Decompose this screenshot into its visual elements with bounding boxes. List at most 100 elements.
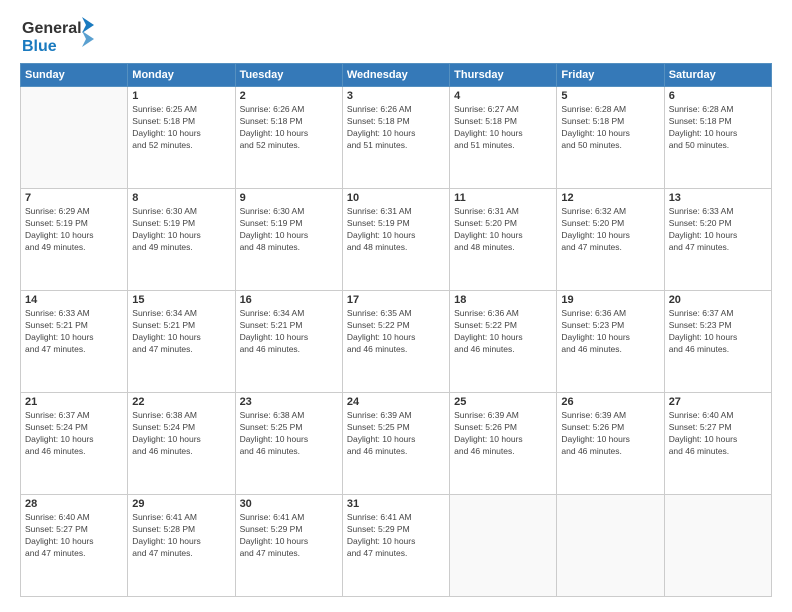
calendar-day-cell: 9Sunrise: 6:30 AM Sunset: 5:19 PM Daylig… — [235, 189, 342, 291]
day-number: 16 — [240, 294, 338, 306]
calendar-day-cell: 20Sunrise: 6:37 AM Sunset: 5:23 PM Dayli… — [664, 291, 771, 393]
calendar-day-cell: 11 Sunrise: 6:31 AM Sunset: 5:20 PM Dayli… — [450, 189, 557, 291]
day-info: Sunrise: 6:31 AM Sunset: 5:20 PM Dayligh… — [454, 206, 552, 254]
day-info: Sunrise: 6:31 AM Sunset: 5:19 PM Dayligh… — [347, 206, 445, 254]
day-number: 13 — [669, 192, 767, 204]
calendar-day-cell: 16 Sunrise: 6:34 AM Sunset: 5:21 PM Dayli… — [235, 291, 342, 393]
day-info: Sunrise: 6:33 AM Sunset: 5:21 PM Dayligh… — [25, 308, 123, 356]
calendar-day-cell: 19Sunrise: 6:36 AM Sunset: 5:23 PM Dayli… — [557, 291, 664, 393]
day-info: Sunrise: 6:32 AM Sunset: 5:20 PM Dayligh… — [561, 206, 659, 254]
day-number: 3 — [347, 90, 445, 102]
calendar-day-cell: 2 Sunrise: 6:26 AM Sunset: 5:18 PM Daylig… — [235, 87, 342, 189]
page: GeneralBlue SundayMondayTuesdayWednesday… — [0, 0, 792, 612]
calendar-week-row: 7Sunrise: 6:29 AM Sunset: 5:19 PM Daylig… — [21, 189, 772, 291]
day-info: Sunrise: 6:39 AM Sunset: 5:26 PM Dayligh… — [454, 410, 552, 458]
day-info: Sunrise: 6:34 AM Sunset: 5:21 PM Dayligh… — [240, 308, 338, 356]
day-info: Sunrise: 6:26 AM Sunset: 5:18 PM Dayligh… — [347, 104, 445, 152]
day-number: 7 — [25, 192, 123, 204]
calendar-day-header: Thursday — [450, 64, 557, 87]
day-info: Sunrise: 6:39 AM Sunset: 5:26 PM Dayligh… — [561, 410, 659, 458]
calendar-day-cell: 24Sunrise: 6:39 AM Sunset: 5:25 PM Dayli… — [342, 393, 449, 495]
calendar-day-cell: 21Sunrise: 6:37 AM Sunset: 5:24 PM Dayli… — [21, 393, 128, 495]
calendar-day-cell: 15 Sunrise: 6:34 AM Sunset: 5:21 PM Dayli… — [128, 291, 235, 393]
calendar-day-cell — [664, 495, 771, 597]
day-number: 15 — [132, 294, 230, 306]
day-info: Sunrise: 6:35 AM Sunset: 5:22 PM Dayligh… — [347, 308, 445, 356]
calendar-day-cell: 12 Sunrise: 6:32 AM Sunset: 5:20 PM Dayli… — [557, 189, 664, 291]
day-number: 28 — [25, 498, 123, 510]
calendar-day-cell: 25 Sunrise: 6:39 AM Sunset: 5:26 PM Dayli… — [450, 393, 557, 495]
day-info: Sunrise: 6:40 AM Sunset: 5:27 PM Dayligh… — [669, 410, 767, 458]
day-info: Sunrise: 6:27 AM Sunset: 5:18 PM Dayligh… — [454, 104, 552, 152]
calendar-day-cell: 22 Sunrise: 6:38 AM Sunset: 5:24 PM Dayli… — [128, 393, 235, 495]
day-number: 11 — [454, 192, 552, 204]
calendar-day-header: Wednesday — [342, 64, 449, 87]
calendar-day-cell: 26 Sunrise: 6:39 AM Sunset: 5:26 PM Dayli… — [557, 393, 664, 495]
svg-text:General: General — [22, 20, 82, 37]
day-info: Sunrise: 6:41 AM Sunset: 5:29 PM Dayligh… — [347, 512, 445, 560]
day-number: 5 — [561, 90, 659, 102]
day-info: Sunrise: 6:25 AM Sunset: 5:18 PM Dayligh… — [132, 104, 230, 152]
day-number: 27 — [669, 396, 767, 408]
calendar-day-cell: 8Sunrise: 6:30 AM Sunset: 5:19 PM Daylig… — [128, 189, 235, 291]
day-info: Sunrise: 6:41 AM Sunset: 5:28 PM Dayligh… — [132, 512, 230, 560]
day-number: 22 — [132, 396, 230, 408]
calendar-day-header: Tuesday — [235, 64, 342, 87]
day-number: 29 — [132, 498, 230, 510]
calendar-day-cell — [21, 87, 128, 189]
calendar-day-cell: 10 Sunrise: 6:31 AM Sunset: 5:19 PM Dayli… — [342, 189, 449, 291]
calendar-day-cell: 28 Sunrise: 6:40 AM Sunset: 5:27 PM Dayli… — [21, 495, 128, 597]
calendar-day-cell: 14 Sunrise: 6:33 AM Sunset: 5:21 PM Dayli… — [21, 291, 128, 393]
day-info: Sunrise: 6:36 AM Sunset: 5:22 PM Dayligh… — [454, 308, 552, 356]
day-number: 9 — [240, 192, 338, 204]
day-number: 20 — [669, 294, 767, 306]
day-number: 14 — [25, 294, 123, 306]
svg-text:Blue: Blue — [22, 38, 57, 55]
calendar-week-row: 1Sunrise: 6:25 AM Sunset: 5:18 PM Daylig… — [21, 87, 772, 189]
calendar-header-row: SundayMondayTuesdayWednesdayThursdayFrid… — [21, 64, 772, 87]
day-number: 18 — [454, 294, 552, 306]
day-number: 31 — [347, 498, 445, 510]
day-info: Sunrise: 6:37 AM Sunset: 5:24 PM Dayligh… — [25, 410, 123, 458]
day-number: 19 — [561, 294, 659, 306]
calendar-day-cell: 31 Sunrise: 6:41 AM Sunset: 5:29 PM Dayli… — [342, 495, 449, 597]
calendar-week-row: 14 Sunrise: 6:33 AM Sunset: 5:21 PM Dayli… — [21, 291, 772, 393]
day-number: 4 — [454, 90, 552, 102]
calendar-day-cell: 5 Sunrise: 6:28 AM Sunset: 5:18 PM Daylig… — [557, 87, 664, 189]
day-number: 25 — [454, 396, 552, 408]
day-number: 8 — [132, 192, 230, 204]
calendar-day-cell: 18 Sunrise: 6:36 AM Sunset: 5:22 PM Dayli… — [450, 291, 557, 393]
calendar-day-cell: 29 Sunrise: 6:41 AM Sunset: 5:28 PM Dayli… — [128, 495, 235, 597]
day-number: 24 — [347, 396, 445, 408]
calendar-day-cell: 4 Sunrise: 6:27 AM Sunset: 5:18 PM Daylig… — [450, 87, 557, 189]
day-number: 10 — [347, 192, 445, 204]
day-info: Sunrise: 6:34 AM Sunset: 5:21 PM Dayligh… — [132, 308, 230, 356]
day-info: Sunrise: 6:40 AM Sunset: 5:27 PM Dayligh… — [25, 512, 123, 560]
logo: GeneralBlue — [20, 15, 100, 55]
day-info: Sunrise: 6:28 AM Sunset: 5:18 PM Dayligh… — [669, 104, 767, 152]
calendar-week-row: 21Sunrise: 6:37 AM Sunset: 5:24 PM Dayli… — [21, 393, 772, 495]
day-info: Sunrise: 6:26 AM Sunset: 5:18 PM Dayligh… — [240, 104, 338, 152]
calendar-day-cell: 3 Sunrise: 6:26 AM Sunset: 5:18 PM Daylig… — [342, 87, 449, 189]
calendar-day-header: Sunday — [21, 64, 128, 87]
calendar-day-cell: 6 Sunrise: 6:28 AM Sunset: 5:18 PM Daylig… — [664, 87, 771, 189]
calendar-day-cell: 23 Sunrise: 6:38 AM Sunset: 5:25 PM Dayli… — [235, 393, 342, 495]
calendar-day-cell: 27 Sunrise: 6:40 AM Sunset: 5:27 PM Dayli… — [664, 393, 771, 495]
calendar-day-header: Friday — [557, 64, 664, 87]
day-info: Sunrise: 6:38 AM Sunset: 5:25 PM Dayligh… — [240, 410, 338, 458]
day-info: Sunrise: 6:33 AM Sunset: 5:20 PM Dayligh… — [669, 206, 767, 254]
day-number: 23 — [240, 396, 338, 408]
day-info: Sunrise: 6:38 AM Sunset: 5:24 PM Dayligh… — [132, 410, 230, 458]
day-number: 12 — [561, 192, 659, 204]
day-number: 6 — [669, 90, 767, 102]
calendar-day-cell: 13 Sunrise: 6:33 AM Sunset: 5:20 PM Dayli… — [664, 189, 771, 291]
calendar-day-cell: 30Sunrise: 6:41 AM Sunset: 5:29 PM Dayli… — [235, 495, 342, 597]
calendar-table: SundayMondayTuesdayWednesdayThursdayFrid… — [20, 63, 772, 597]
day-number: 2 — [240, 90, 338, 102]
calendar-day-cell: 17Sunrise: 6:35 AM Sunset: 5:22 PM Dayli… — [342, 291, 449, 393]
calendar-day-header: Saturday — [664, 64, 771, 87]
calendar-day-cell — [557, 495, 664, 597]
day-info: Sunrise: 6:28 AM Sunset: 5:18 PM Dayligh… — [561, 104, 659, 152]
day-info: Sunrise: 6:41 AM Sunset: 5:29 PM Dayligh… — [240, 512, 338, 560]
day-number: 26 — [561, 396, 659, 408]
